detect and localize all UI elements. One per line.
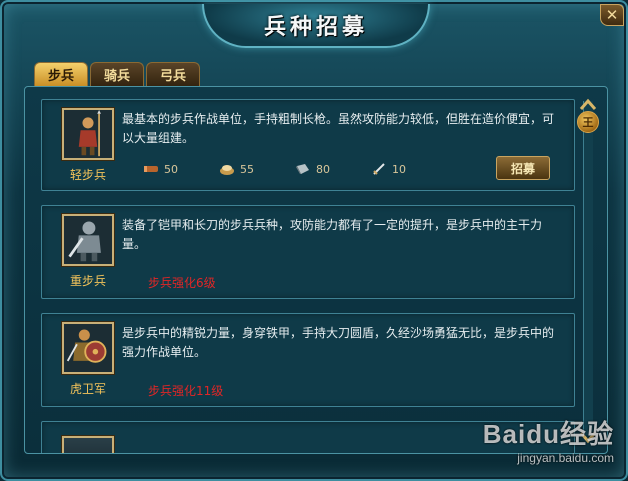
recruit-window: 兵种招募 ✕ 步兵 骑兵 弓兵 轻步兵 最基本的步兵作战单位，手持粗制长枪。虽然…: [0, 0, 628, 481]
close-button[interactable]: ✕: [600, 4, 624, 26]
wood-cost-value: 50: [164, 162, 178, 176]
watermark-sub: jingyan.baidu.com: [517, 451, 614, 465]
iron-cost-value: 80: [316, 162, 330, 176]
unit-description: 装备了铠甲和长刀的步兵兵种，攻防能力都有了一定的提升，是步兵中的主干力量。: [122, 218, 543, 251]
unit-row-heavy-infantry: 重步兵 装备了铠甲和长刀的步兵兵种，攻防能力都有了一定的提升，是步兵中的主干力量…: [41, 205, 575, 299]
unit-name: 重步兵: [69, 274, 106, 288]
unit-portrait: [62, 436, 114, 453]
unit-list-panel: 轻步兵 最基本的步兵作战单位，手持粗制长枪。虽然攻防能力较低，但胜在造价便宜，可…: [24, 86, 608, 454]
unit-costs: 50 55 80 10: [142, 162, 446, 176]
tab-label: 步兵: [47, 69, 74, 84]
title-plate: 兵种招募: [202, 4, 430, 48]
chevron-up-icon: [579, 98, 597, 110]
watermark-main: Baidu经验: [482, 419, 614, 449]
baidu-watermark: Baidu经验 jingyan.baidu.com: [483, 414, 614, 465]
recruit-button[interactable]: 招募: [496, 156, 550, 180]
unit-description: 最基本的步兵作战单位，手持粗制长枪。虽然攻防能力较低，但胜在造价便宜，可以大量组…: [122, 112, 555, 145]
unit-requirement: 步兵强化6级: [148, 276, 216, 290]
scrollbar-track[interactable]: [583, 101, 593, 435]
iron-icon: [294, 162, 312, 176]
unit-row-light-infantry: 轻步兵 最基本的步兵作战单位，手持粗制长枪。虽然攻防能力较低，但胜在造价便宜，可…: [41, 99, 575, 191]
unit-name: 轻步兵: [69, 168, 106, 182]
scroll-up-button[interactable]: [579, 97, 597, 111]
light-infantry-portrait: [62, 108, 114, 160]
close-icon: ✕: [605, 6, 619, 24]
tab-infantry[interactable]: 步兵: [34, 62, 88, 86]
iron-cost: 80: [294, 162, 370, 176]
food-cost-value: 55: [240, 162, 254, 176]
scroll-thumb-label: 王: [582, 116, 594, 129]
tab-label: 弓兵: [159, 69, 186, 84]
food-cost: 55: [218, 162, 294, 176]
tab-archer[interactable]: 弓兵: [146, 62, 200, 86]
window-title: 兵种招募: [263, 14, 368, 40]
recruit-label: 招募: [510, 161, 535, 176]
unit-name: 虎卫军: [69, 382, 106, 396]
unit-description: 是步兵中的精锐力量，身穿铁甲，手持大刀圆盾，久经沙场勇猛无比，是步兵中的强力作战…: [122, 326, 555, 359]
wood-cost: 50: [142, 162, 218, 176]
wood-icon: [142, 162, 160, 176]
unit-type-tabs: 步兵 骑兵 弓兵: [34, 62, 200, 86]
attack-value: 10: [370, 162, 446, 176]
tab-label: 骑兵: [103, 69, 130, 84]
food-icon: [218, 162, 236, 176]
heavy-infantry-portrait: [62, 214, 114, 266]
tiger-guard-portrait: [62, 322, 114, 374]
tab-cavalry[interactable]: 骑兵: [90, 62, 144, 86]
unit-requirement: 步兵强化11级: [148, 384, 224, 398]
sword-icon: [370, 162, 388, 176]
sword-value: 10: [392, 162, 406, 176]
scrollbar-thumb[interactable]: 王: [577, 111, 599, 133]
unit-row-tiger-guard: 虎卫军 是步兵中的精锐力量，身穿铁甲，手持大刀圆盾，久经沙场勇猛无比，是步兵中的…: [41, 313, 575, 407]
